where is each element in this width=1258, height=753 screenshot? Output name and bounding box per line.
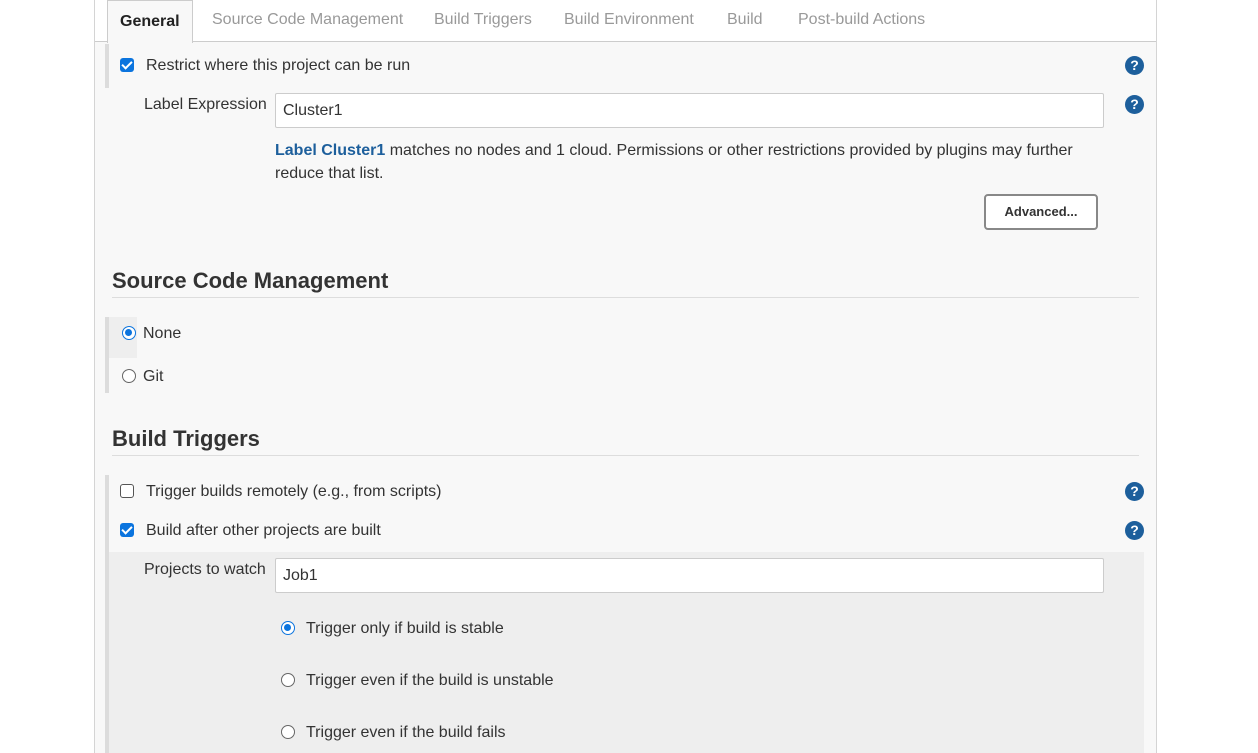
- scm-git-label: Git: [143, 368, 164, 385]
- build-after-checkbox[interactable]: [120, 523, 134, 537]
- projects-to-watch-label: Projects to watch: [144, 561, 266, 578]
- trigger-stable-radio[interactable]: [281, 621, 295, 635]
- scm-git-radio[interactable]: [122, 369, 136, 383]
- tab-build-triggers[interactable]: Build Triggers: [434, 11, 532, 29]
- label-info-text: matches no nodes and 1 cloud. Permission…: [275, 142, 1073, 182]
- section-stripe: [105, 44, 109, 88]
- trigger-unstable-label: Trigger even if the build is unstable: [306, 672, 554, 689]
- scm-none-radio[interactable]: [122, 326, 136, 340]
- divider: [112, 455, 1139, 456]
- trigger-remote-label: Trigger builds remotely (e.g., from scri…: [146, 483, 442, 500]
- tab-general[interactable]: General: [107, 0, 193, 43]
- triggers-section-title: Build Triggers: [112, 426, 260, 451]
- trigger-remote-checkbox[interactable]: [120, 484, 134, 498]
- help-icon[interactable]: ?: [1125, 56, 1144, 75]
- trigger-stable-label: Trigger only if build is stable: [306, 620, 504, 637]
- tab-post-build-actions[interactable]: Post-build Actions: [798, 11, 925, 29]
- tab-bar: General Source Code Management Build Tri…: [95, 0, 1156, 43]
- help-icon[interactable]: ?: [1125, 95, 1144, 114]
- advanced-button[interactable]: Advanced...: [984, 194, 1098, 230]
- scm-none-label: None: [143, 325, 182, 342]
- help-icon[interactable]: ?: [1125, 482, 1144, 501]
- restrict-label: Restrict where this project can be run: [146, 57, 411, 74]
- trigger-fails-label: Trigger even if the build fails: [306, 724, 506, 741]
- scm-section-title: Source Code Management: [112, 268, 389, 293]
- config-page: General Source Code Management Build Tri…: [94, 0, 1157, 753]
- label-info: Label Cluster1 matches no nodes and 1 cl…: [275, 139, 1105, 185]
- tab-build[interactable]: Build: [727, 11, 763, 29]
- divider: [112, 297, 1139, 298]
- tab-source-code-management[interactable]: Source Code Management: [212, 11, 403, 29]
- label-expression-label: Label Expression: [144, 96, 267, 113]
- help-icon[interactable]: ?: [1125, 521, 1144, 540]
- tab-build-environment[interactable]: Build Environment: [564, 11, 694, 29]
- label-cluster-link[interactable]: Label Cluster1: [275, 142, 385, 159]
- restrict-checkbox[interactable]: [120, 58, 134, 72]
- projects-to-watch-input[interactable]: Job1: [275, 558, 1104, 593]
- label-expression-input[interactable]: Cluster1: [275, 93, 1104, 128]
- trigger-unstable-radio[interactable]: [281, 673, 295, 687]
- trigger-fails-radio[interactable]: [281, 725, 295, 739]
- build-after-label: Build after other projects are built: [146, 522, 381, 539]
